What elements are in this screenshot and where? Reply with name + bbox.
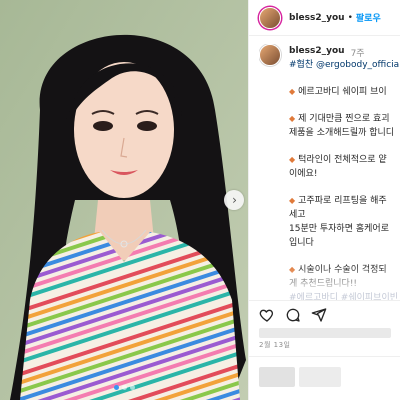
carousel-dot [129, 385, 135, 390]
caption-username[interactable]: bless2_you [289, 46, 345, 56]
comment-placeholder [299, 367, 341, 387]
caption-line: ◆ 제 기대만큼 찐으로 효괴 [289, 112, 400, 126]
caption-line-text: #협찬 @ergobody_official [289, 60, 400, 70]
portrait-image [0, 0, 248, 400]
caption-line: 입니다 [289, 236, 400, 250]
post-photo[interactable]: › [0, 0, 248, 400]
caption-line: ◆ 고주파로 리프팅을 해주 [289, 194, 400, 208]
caption-line-text: 입니다 [289, 238, 314, 248]
caption-line-text: 제 기대만큼 찐으로 효괴 [298, 114, 390, 124]
comment-icon[interactable] [285, 307, 301, 323]
diamond-bullet-icon: ◆ [289, 87, 296, 96]
carousel-indicator [0, 385, 248, 390]
caption-line: 이에요! [289, 167, 400, 181]
caption-line-text: 에르고바디 쉐이피 브이 [298, 87, 387, 97]
caption-line-text: 이에요! [289, 169, 318, 179]
avatar[interactable] [259, 6, 281, 29]
comment-placeholder [259, 367, 295, 387]
share-icon[interactable] [311, 307, 327, 323]
post-date: 2월 13일 [259, 341, 291, 349]
heart-icon[interactable] [259, 307, 275, 323]
action-bar [249, 300, 400, 328]
caption-avatar[interactable] [259, 44, 281, 66]
caption-line: 세고 [289, 208, 400, 222]
caption-line-text: 15분만 투자하면 홈케어로 [289, 224, 389, 234]
caption-text: #협찬 @ergobody_official ◆ 에르고바디 쉐이피 브이 ◆ 제 기대… [289, 58, 400, 294]
post-header: bless2_you • 팔로우 [249, 0, 400, 36]
caption-line-text: 세고 [289, 210, 306, 220]
caption-line: 제품을 소개해드릴까 합니디 [289, 126, 400, 140]
carousel-dot [113, 385, 119, 390]
carousel-dot [121, 385, 127, 390]
diamond-bullet-icon: ◆ [289, 114, 296, 123]
chevron-right-icon: › [232, 193, 237, 207]
separator-dot: • [347, 12, 353, 23]
caption-line: ◆ 턱라인이 전체적으로 얕 [289, 153, 400, 167]
header-username[interactable]: bless2_you [289, 13, 345, 23]
follow-button[interactable]: 팔로우 [356, 11, 381, 24]
caption-line: ◆ 에르고바디 쉐이피 브이 [289, 85, 400, 99]
post-sidebar: bless2_you • 팔로우 bless2_you 7주 #협찬 @ergo… [248, 0, 400, 400]
comment-area[interactable] [249, 356, 400, 400]
carousel-next-button[interactable]: › [224, 190, 244, 210]
diamond-bullet-icon: ◆ [289, 155, 296, 164]
caption-line-text: 고주파로 리프팅을 해주 [298, 196, 387, 206]
diamond-bullet-icon: ◆ [289, 196, 296, 205]
caption-line-text: 턱라인이 전체적으로 얕 [298, 155, 387, 165]
caption-hashtag-line[interactable]: #협찬 @ergobody_official [289, 58, 400, 72]
caption: bless2_you 7주 #협찬 @ergobody_official ◆ 에르고… [259, 44, 400, 294]
caption-line: 15분만 투자하면 홈케어로 [289, 222, 400, 236]
caption-line-text: 제품을 소개해드릴까 합니디 [289, 128, 395, 138]
likes-placeholder [259, 328, 391, 338]
